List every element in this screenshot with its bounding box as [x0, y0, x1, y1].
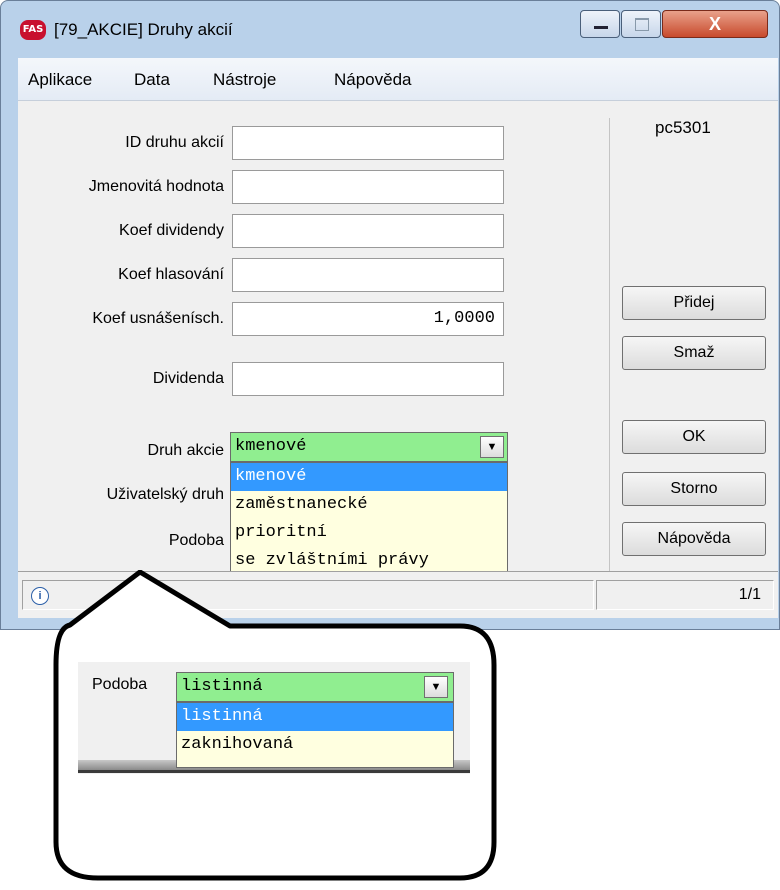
dividend-field[interactable]	[232, 362, 504, 396]
id-label: ID druhu akcií	[125, 134, 224, 151]
close-button[interactable]: X	[662, 10, 768, 38]
form-dropdown-list: listinná zaknihovaná	[176, 702, 454, 768]
chevron-down-icon: ▼	[486, 441, 498, 453]
res-coef-label: Koef usnášenísch.	[92, 310, 224, 327]
info-icon: i	[31, 587, 49, 605]
add-button[interactable]: Přidej	[622, 286, 766, 320]
menu-aplikace[interactable]: Aplikace	[28, 70, 92, 90]
app-logo-icon: FAS	[20, 20, 46, 40]
menu-napoveda[interactable]: Nápověda	[334, 70, 412, 90]
type-option-prioritni[interactable]: prioritní	[231, 519, 507, 547]
record-counter-cell: 1/1	[596, 580, 774, 610]
menu-data[interactable]: Data	[134, 70, 170, 90]
div-coef-label: Koef dividendy	[119, 222, 224, 239]
maximize-icon	[635, 18, 649, 31]
chevron-down-icon: ▼	[430, 681, 442, 693]
type-option-zamestnanecke[interactable]: zaměstnanecké	[231, 491, 507, 519]
help-button[interactable]: Nápověda	[622, 522, 766, 556]
dividend-label: Dividenda	[152, 370, 224, 387]
res-coef-field[interactable]: 1,0000	[232, 302, 504, 336]
window-title: [79_AKCIE] Druhy akcií	[54, 20, 233, 39]
minimize-icon	[594, 26, 608, 29]
title-bar[interactable]: FAS [79_AKCIE] Druhy akcií X	[0, 0, 780, 58]
cancel-button[interactable]: Storno	[622, 472, 766, 506]
close-icon: X	[708, 14, 721, 34]
form-dropdown-button[interactable]: ▼	[424, 676, 448, 698]
form-option-zaknihovana[interactable]: zaknihovaná	[177, 731, 453, 759]
menu-bar: Aplikace Data Nástroje Nápověda	[18, 58, 778, 101]
id-field[interactable]	[232, 126, 504, 160]
maximize-button[interactable]	[621, 10, 661, 38]
nominal-label: Jmenovitá hodnota	[88, 178, 224, 195]
nominal-field[interactable]	[232, 170, 504, 204]
type-option-kmenove[interactable]: kmenové	[231, 463, 507, 491]
delete-button[interactable]: Smaž	[622, 336, 766, 370]
type-dropdown-button[interactable]: ▼	[480, 436, 504, 458]
vote-coef-label: Koef hlasování	[118, 266, 224, 283]
ok-button[interactable]: OK	[622, 420, 766, 454]
type-label: Druh akcie	[147, 442, 224, 459]
user-type-label: Uživatelský druh	[106, 486, 224, 503]
pc-label: pc5301	[655, 118, 711, 137]
form-label: Podoba	[168, 532, 224, 549]
form-select[interactable]: listinná	[176, 672, 454, 702]
minimize-button[interactable]	[580, 10, 620, 38]
type-select[interactable]: kmenové	[230, 432, 508, 462]
callout-form-label: Podoba	[92, 676, 148, 693]
form-option-listinna[interactable]: listinná	[177, 703, 453, 731]
vote-coef-field[interactable]	[232, 258, 504, 292]
panel-divider	[609, 118, 610, 573]
menu-nastroje[interactable]: Nástroje	[213, 70, 276, 90]
div-coef-field[interactable]	[232, 214, 504, 248]
record-counter: 1/1	[738, 586, 761, 603]
